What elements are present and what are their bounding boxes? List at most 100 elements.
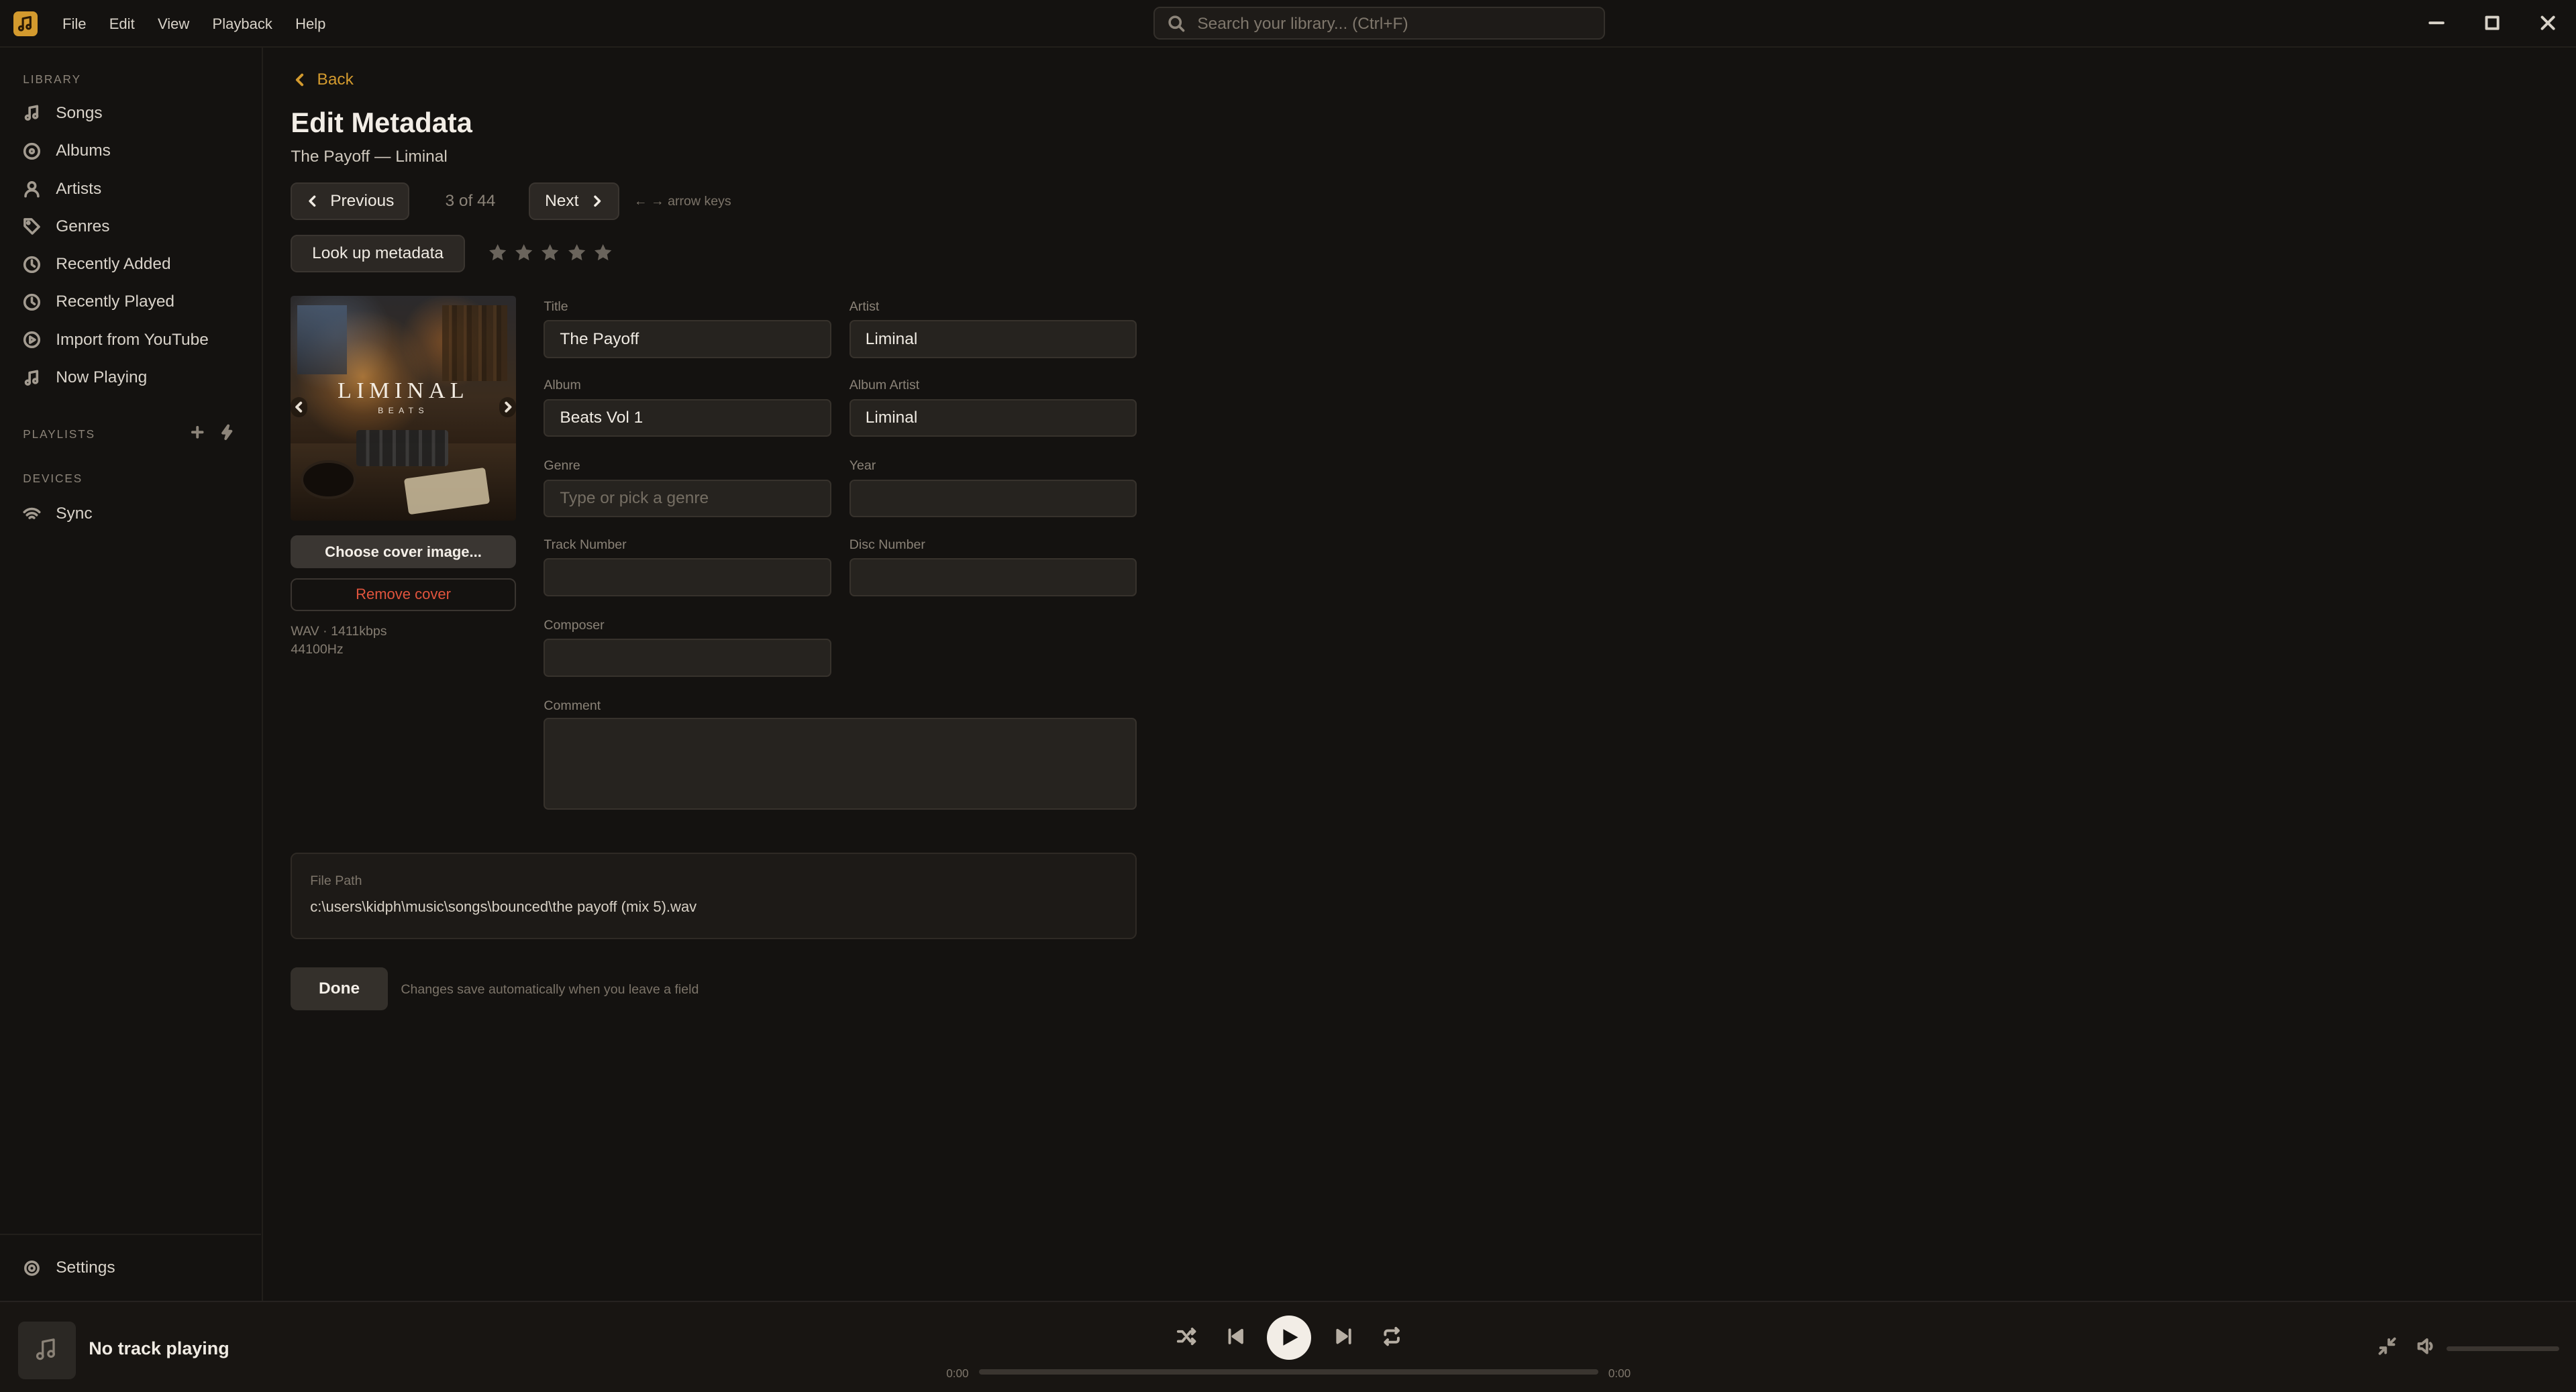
volume-slider[interactable] (2446, 1346, 2560, 1352)
player-bar: No track playing 0:00 0:00 (0, 1301, 2576, 1392)
app-logo-icon (13, 11, 38, 36)
sidebar-item-recently-added[interactable]: Recently Added (0, 248, 261, 281)
search-icon (1168, 15, 1185, 32)
star-icon-2[interactable] (511, 242, 537, 264)
progress-bar[interactable] (979, 1369, 1599, 1375)
import-icon (23, 331, 41, 349)
star-icon-4[interactable] (564, 242, 590, 264)
chevron-right-icon (505, 402, 512, 413)
chevron-left-icon (308, 195, 315, 207)
album-artist-label: Album Artist (849, 378, 920, 393)
album-artist-field[interactable]: Liminal (849, 398, 1137, 437)
sidebar-item-genres[interactable]: Genres (0, 210, 261, 243)
shuffle-button[interactable] (1175, 1325, 1198, 1348)
album-field[interactable]: Beats Vol 1 (544, 398, 831, 437)
genre-field[interactable]: Type or pick a genre (544, 479, 831, 518)
sidebar-item-albums[interactable]: Albums (0, 135, 261, 168)
menu-view[interactable]: View (146, 15, 201, 33)
choose-cover-button[interactable]: Choose cover image... (291, 535, 516, 569)
star-icon-3[interactable] (537, 242, 564, 264)
sidebar-item-label: Artists (56, 179, 102, 198)
maximize-button[interactable] (2481, 11, 2504, 34)
lookup-metadata-button[interactable]: Look up metadata (291, 235, 465, 273)
disc-number-label: Disc Number (849, 537, 925, 552)
previous-track-button[interactable] (1224, 1325, 1247, 1348)
clock-icon (23, 293, 41, 311)
previous-button[interactable]: Previous (291, 182, 409, 221)
mini-player-button[interactable] (2377, 1336, 2397, 1356)
repeat-button[interactable] (1380, 1325, 1403, 1348)
next-track-button[interactable] (1333, 1325, 1355, 1348)
file-path-label: File Path (310, 873, 362, 889)
album-label: Album (544, 378, 581, 393)
remove-cover-button[interactable]: Remove cover (291, 578, 516, 611)
lookup-label: Look up metadata (312, 244, 444, 263)
sidebar-item-label: Settings (56, 1259, 115, 1277)
title-field[interactable]: The Payoff (544, 320, 831, 358)
back-link[interactable]: Back (293, 70, 354, 89)
playlists-section-label: PLAYLISTS (23, 427, 95, 441)
music-note-icon (36, 1338, 55, 1360)
gear-icon (24, 1260, 40, 1276)
smart-playlist-button[interactable] (219, 424, 235, 440)
clock-icon (23, 256, 41, 273)
devices-section-label: DEVICES (23, 471, 83, 485)
comment-label: Comment (544, 698, 601, 713)
mute-button[interactable] (2416, 1336, 2436, 1356)
star-icon-1[interactable] (484, 242, 511, 264)
back-label: Back (317, 70, 354, 89)
cover-art-sampler (356, 430, 449, 467)
composer-field[interactable] (544, 639, 831, 677)
sidebar-item-label: Import from YouTube (56, 330, 209, 349)
play-button[interactable] (1266, 1315, 1311, 1360)
cover-art: LIMINAL BEATS (291, 295, 516, 521)
tag-icon (23, 218, 41, 235)
done-button[interactable]: Done (291, 967, 388, 1010)
page-subtitle: The Payoff — Liminal (291, 148, 448, 166)
minimize-icon (2428, 21, 2444, 25)
comment-textarea[interactable] (544, 717, 1137, 810)
sidebar-item-artists[interactable]: Artists (0, 172, 261, 205)
chevron-left-icon (295, 402, 302, 413)
cover-prev-button[interactable] (291, 397, 307, 417)
add-playlist-button[interactable] (189, 424, 205, 440)
sidebar-item-label: Genres (56, 217, 110, 235)
sidebar-item-label: Recently Added (56, 255, 171, 274)
menu-playback[interactable]: Playback (201, 15, 284, 33)
cover-next-button[interactable] (499, 397, 516, 417)
search-input[interactable]: Search your library... (Ctrl+F) (1153, 6, 1605, 40)
shuffle-icon (1176, 1328, 1196, 1346)
wifi-icon (23, 507, 41, 519)
genre-label: Genre (544, 458, 580, 474)
disc-number-field[interactable] (849, 558, 1137, 596)
minimize-button[interactable] (2425, 11, 2448, 34)
menu-edit[interactable]: Edit (98, 15, 146, 33)
sidebar-item-settings[interactable]: Settings (0, 1252, 261, 1285)
close-button[interactable] (2536, 11, 2559, 34)
menu-help[interactable]: Help (284, 15, 338, 33)
close-icon (2540, 15, 2555, 30)
sidebar-item-recently-played[interactable]: Recently Played (0, 286, 261, 319)
previous-label: Previous (330, 191, 395, 210)
star-icon-5[interactable] (590, 242, 616, 264)
artist-field[interactable]: Liminal (849, 320, 1137, 358)
menu-file[interactable]: File (51, 15, 98, 33)
sidebar-item-songs[interactable]: Songs (0, 97, 261, 129)
track-number-field[interactable] (544, 558, 831, 596)
sidebar-item-label: Songs (56, 103, 103, 122)
sample-rate-info: 44100Hz (291, 642, 344, 657)
page-title: Edit Metadata (291, 107, 472, 139)
next-button[interactable]: Next (529, 182, 619, 221)
repeat-icon (1383, 1327, 1400, 1346)
audio-format-info: WAV · 1411kbps (291, 624, 387, 639)
year-field[interactable] (849, 479, 1137, 518)
user-icon (24, 181, 40, 198)
sidebar-item-import-youtube[interactable]: Import from YouTube (0, 323, 261, 356)
sidebar-item-sync[interactable]: Sync (0, 498, 261, 531)
sidebar-item-now-playing[interactable]: Now Playing (0, 362, 261, 394)
lightning-icon (221, 424, 232, 440)
skip-back-icon (1228, 1328, 1243, 1345)
sidebar-item-label: Albums (56, 142, 111, 160)
volume-icon (2418, 1338, 2433, 1354)
music-note-icon (24, 370, 39, 386)
